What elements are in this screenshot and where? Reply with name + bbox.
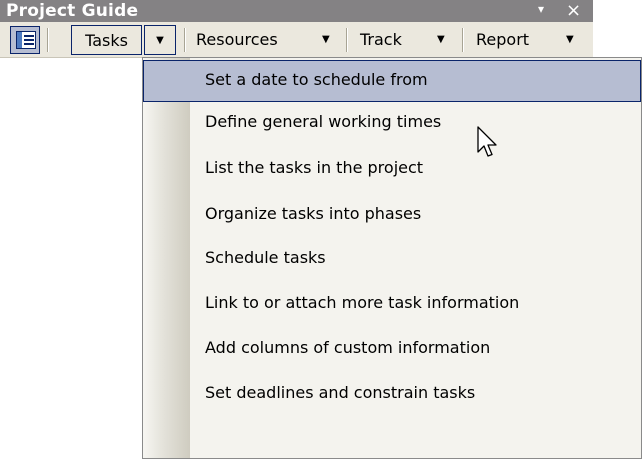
menu-item-add-custom-columns[interactable]: Add columns of custom information bbox=[143, 328, 641, 370]
panel-title: Project Guide bbox=[6, 1, 139, 21]
project-guide-icon[interactable] bbox=[10, 26, 40, 54]
tasks-dropdown-button[interactable]: ▼ bbox=[144, 25, 176, 55]
tasks-dropdown-menu: Set a date to schedule from Define gener… bbox=[142, 57, 642, 459]
menu-item-label: Link to or attach more task information bbox=[205, 293, 520, 312]
tab-track-label: Track bbox=[360, 30, 402, 49]
menu-item-label: Organize tasks into phases bbox=[205, 204, 422, 223]
menu-item-list-tasks[interactable]: List the tasks in the project bbox=[143, 148, 641, 190]
chevron-down-icon: ▼ bbox=[156, 35, 164, 46]
mouse-cursor-icon bbox=[477, 126, 497, 157]
menu-item-label: Schedule tasks bbox=[205, 248, 326, 267]
tab-report[interactable]: Report bbox=[476, 22, 529, 58]
tab-tasks-label: Tasks bbox=[85, 31, 128, 50]
menu-item-label: Set a date to schedule from bbox=[205, 70, 428, 89]
menu-item-schedule-tasks[interactable]: Schedule tasks bbox=[143, 238, 641, 280]
close-icon[interactable]: × bbox=[566, 0, 581, 21]
chevron-down-icon[interactable]: ▼ bbox=[322, 22, 330, 58]
list-pane-icon bbox=[16, 31, 36, 49]
tab-track[interactable]: Track bbox=[360, 22, 402, 58]
toolbar-separator bbox=[462, 28, 464, 52]
tab-report-label: Report bbox=[476, 30, 530, 49]
menu-item-set-schedule-date[interactable]: Set a date to schedule from bbox=[143, 60, 641, 102]
toolbar-separator bbox=[346, 28, 348, 52]
menu-item-label: Set deadlines and constrain tasks bbox=[205, 383, 476, 402]
tab-resources-label: Resources bbox=[196, 30, 278, 49]
toolbar-separator bbox=[184, 28, 186, 52]
menu-item-set-deadlines[interactable]: Set deadlines and constrain tasks bbox=[143, 373, 641, 415]
menu-item-label: Define general working times bbox=[205, 112, 442, 131]
menu-item-label: List the tasks in the project bbox=[205, 158, 424, 177]
menu-item-define-working-times[interactable]: Define general working times bbox=[143, 102, 641, 144]
toolbar-separator bbox=[47, 28, 49, 52]
project-guide-titlebar: Project Guide ▾ × bbox=[0, 0, 593, 22]
tab-resources[interactable]: Resources bbox=[196, 22, 278, 58]
panel-options-dropdown-icon[interactable]: ▾ bbox=[538, 2, 544, 16]
chevron-down-icon[interactable]: ▼ bbox=[566, 22, 574, 58]
project-guide-toolbar: Tasks ▼ Resources ▼ Track ▼ Report ▼ bbox=[0, 22, 593, 58]
menu-item-organize-phases[interactable]: Organize tasks into phases bbox=[143, 194, 641, 236]
menu-item-link-task-info[interactable]: Link to or attach more task information bbox=[143, 283, 641, 325]
tab-tasks[interactable]: Tasks bbox=[71, 25, 142, 55]
menu-item-label: Add columns of custom information bbox=[205, 338, 491, 357]
chevron-down-icon[interactable]: ▼ bbox=[437, 22, 445, 58]
